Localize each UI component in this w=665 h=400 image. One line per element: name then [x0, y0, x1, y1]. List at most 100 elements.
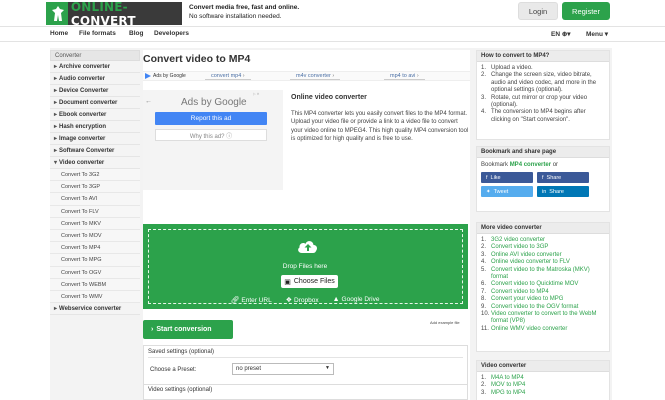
ad-choices-tiny-icon[interactable]: ▷ ✕	[253, 92, 260, 96]
nav-developers[interactable]: Developers	[154, 30, 189, 37]
list-number: 2.	[481, 72, 487, 79]
sidebar-item-hash[interactable]: ▸ Hash encryption	[50, 121, 140, 133]
sidebar-subitem-mpg[interactable]: Convert To MPG	[50, 254, 140, 267]
converter-link[interactable]: M4A to MP4	[491, 375, 524, 382]
start-conversion-button[interactable]: › Start conversion	[143, 320, 233, 339]
sidebar-subitem-3gp[interactable]: Convert To 3GP	[50, 181, 140, 194]
upload-dropzone[interactable]: Drop Files here ▣ Choose Files 🔗︎ Enter UR…	[143, 224, 468, 309]
sidebar-item-label: Device Converter	[59, 88, 109, 94]
add-example-file-link[interactable]: Add example file	[430, 320, 460, 325]
dropbox-button[interactable]: ❖ Dropbox	[286, 296, 319, 304]
google-drive-button[interactable]: ▲ Google Drive	[333, 296, 380, 304]
list-item[interactable]: 1. M4A to MP4	[481, 375, 605, 382]
ad-link-m4v-converter[interactable]: m4v converter ›	[290, 73, 341, 80]
enter-url-button[interactable]: 🔗︎ Enter URL	[231, 296, 272, 304]
list-item[interactable]: 3. Online AVI video converter	[481, 252, 605, 259]
linkedin-share-button[interactable]: in Share	[537, 186, 589, 197]
ad-link-label: mp4 to avi	[390, 73, 416, 79]
converter-link[interactable]: Convert your video to MPG	[491, 296, 563, 303]
sidebar-item-label: Video converter	[59, 160, 105, 166]
ad-link-mp4-to-avi[interactable]: mp4 to avi ›	[384, 73, 425, 80]
login-button[interactable]: Login	[518, 2, 558, 20]
sidebar-subitem-3g2[interactable]: Convert To 3G2	[50, 169, 140, 182]
dropbox-icon: ❖	[285, 297, 293, 304]
nav-blog[interactable]: Blog	[129, 30, 143, 37]
register-button[interactable]: Register	[562, 2, 610, 20]
nav-home[interactable]: Home	[50, 30, 68, 37]
converter-link[interactable]: Convert video to Quicktime MOV	[491, 281, 578, 288]
choose-files-button[interactable]: ▣ Choose Files	[281, 275, 338, 288]
sidebar-item-video[interactable]: ▾ Video converter	[50, 157, 140, 169]
sidebar-item-software[interactable]: ▸ Software Converter	[50, 145, 140, 157]
bookmark-link[interactable]: MP4 converter	[510, 162, 551, 168]
sidebar-item-audio[interactable]: ▸ Audio converter	[50, 73, 140, 85]
sidebar-item-image[interactable]: ▸ Image converter	[50, 133, 140, 145]
list-item[interactable]: 2. MOV to MP4	[481, 382, 605, 389]
caret-right-icon: ▸	[54, 100, 58, 106]
sidebar-item-webservice[interactable]: ▸ Webservice converter	[50, 303, 140, 316]
converter-link[interactable]: Convert video to the Matroska (MKV) form…	[491, 267, 605, 282]
sidebar-item-document[interactable]: ▸ Document converter	[50, 97, 140, 109]
bookmark-panel: Bookmark and share page Bookmark MP4 con…	[476, 146, 610, 212]
converter-link[interactable]: Online video converter to FLV	[491, 259, 570, 266]
caret-right-icon: ▸	[54, 64, 58, 70]
sidebar-subitem-mov[interactable]: Convert To MOV	[50, 229, 140, 243]
converter-link[interactable]: Video converter to convert to the WebM f…	[491, 311, 605, 326]
menu-button[interactable]: Menu ▾	[586, 30, 608, 38]
list-item[interactable]: 3. MPG to MP4	[481, 390, 605, 397]
preset-select[interactable]: no preset ▼	[232, 363, 334, 375]
sidebar-subitem-wmv[interactable]: Convert To WMV	[50, 290, 140, 304]
list-item[interactable]: 5. Convert video to the Matroska (MKV) fo…	[481, 267, 605, 282]
chevron-right-icon: ›	[242, 73, 245, 79]
ad-link-convert-mp4[interactable]: convert mp4 ›	[205, 73, 251, 80]
converter-link[interactable]: Convert video to 3GP	[491, 244, 548, 251]
sidebar-item-archive[interactable]: ▸ Archive converter	[50, 61, 140, 73]
sidebar-subitem-flv[interactable]: Convert To FLV	[50, 205, 140, 218]
converter-link[interactable]: Convert video to the OGV format	[491, 304, 578, 311]
sidebar-item-ebook[interactable]: ▸ Ebook converter	[50, 109, 140, 121]
converter-link[interactable]: Online WMV video converter	[491, 326, 567, 333]
list-item[interactable]: 11. Online WMV video converter	[481, 326, 605, 333]
list-item[interactable]: 4. Online video converter to FLV	[481, 259, 605, 266]
converter-link[interactable]: Convert video to MP4	[491, 289, 549, 296]
converter-link[interactable]: 3G2 video converter	[491, 237, 545, 244]
list-item[interactable]: 2. Convert video to 3GP	[481, 244, 605, 251]
preset-select-value: no preset	[236, 366, 262, 372]
facebook-share-button[interactable]: f Share	[537, 172, 589, 183]
file-icon: ▣	[284, 278, 291, 286]
report-ad-button[interactable]: Report this ad	[155, 112, 267, 125]
list-item[interactable]: 6. Convert video to Quicktime MOV	[481, 281, 605, 288]
list-item[interactable]: 7. Convert video to MP4	[481, 289, 605, 296]
tagline-main: Convert media free, fast and online.	[189, 4, 300, 11]
why-this-ad-button[interactable]: Why this ad? ⓘ	[155, 129, 267, 141]
nav-file-formats[interactable]: File formats	[79, 30, 116, 37]
site-logo[interactable]: ONLINE-CONVERT	[46, 0, 182, 28]
video-settings-title: Video settings (optional)	[148, 387, 213, 393]
howto-title: How to convert to MP4?	[477, 51, 609, 62]
facebook-like-button[interactable]: f Like	[481, 172, 533, 183]
list-item[interactable]: 8. Convert your video to MPG	[481, 296, 605, 303]
list-item[interactable]: 9. Convert video to the OGV format	[481, 304, 605, 311]
ad-link-label: m4v converter	[296, 73, 331, 79]
converter-link[interactable]: Online AVI video converter	[491, 252, 562, 259]
sidebar-subitem-ogv[interactable]: Convert To OGV	[50, 266, 140, 279]
list-item[interactable]: 1. 3G2 video converter	[481, 237, 605, 244]
ad-links-bar: Ads by Google convert mp4 › m4v converte…	[143, 71, 470, 81]
video-converter-title: Video converter	[477, 361, 609, 372]
converter-link[interactable]: MPG to MP4	[491, 390, 525, 397]
back-arrow-icon[interactable]: ←	[145, 98, 152, 105]
sidebar-item-label: Ebook converter	[59, 112, 107, 118]
converter-link[interactable]: MOV to MP4	[491, 382, 525, 389]
language-selector[interactable]: EN ⊕▾	[551, 30, 571, 38]
sidebar-item-device[interactable]: ▸ Device Converter	[50, 85, 140, 97]
saved-settings-section: Saved settings (optional) Choose a Prese…	[143, 345, 468, 385]
page-title: Convert video to MP4	[143, 53, 251, 65]
twitter-tweet-button[interactable]: ✦ Tweet	[481, 186, 533, 197]
sidebar-subitem-mp4[interactable]: Convert To MP4	[50, 242, 140, 255]
sidebar-subitem-avi[interactable]: Convert To AVI	[50, 193, 140, 206]
list-item[interactable]: 10. Video converter to convert to the Web…	[481, 311, 605, 326]
sidebar-subitem-webm[interactable]: Convert To WEBM	[50, 278, 140, 291]
logo-text: ONLINE-CONVERT	[68, 0, 182, 28]
sidebar-subitem-mkv[interactable]: Convert To MKV	[50, 217, 140, 230]
intro-text: This MP4 converter lets you easily conve…	[291, 111, 469, 143]
